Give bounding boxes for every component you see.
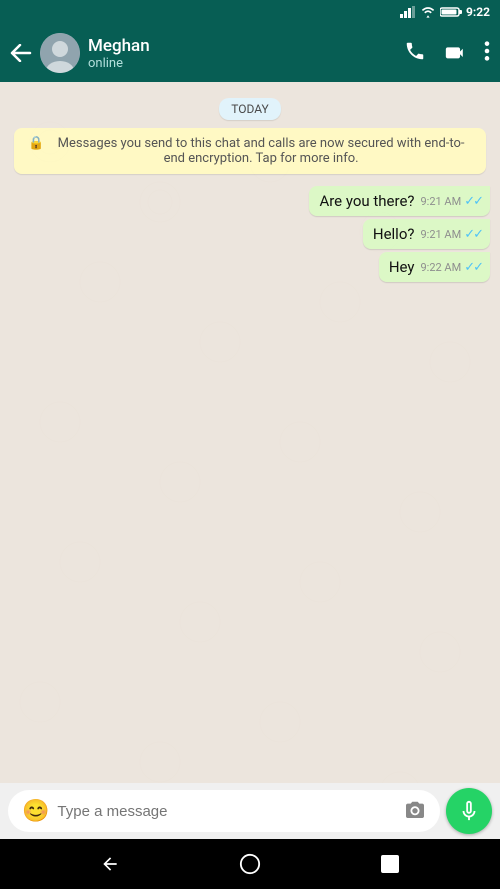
status-icons: 9:22 [400,5,490,19]
message-bubble-3[interactable]: Hey 9:22 AM ✓✓ [379,252,490,282]
message-input[interactable] [57,803,396,820]
header-actions [404,40,490,67]
message-time-1: 9:21 AM [420,195,461,208]
message-input-box: 😊 [8,790,440,832]
message-row-2: Hello? 9:21 AM ✓✓ [10,219,490,249]
camera-button[interactable] [404,799,426,823]
tick-icon-3: ✓✓ [464,260,482,275]
nav-back-button[interactable] [92,846,128,882]
message-meta-3: 9:22 AM ✓✓ [420,260,482,275]
signal-icon [400,6,416,18]
message-time-3: 9:22 AM [420,261,461,274]
wifi-icon [420,6,436,18]
message-meta-1: 9:21 AM ✓✓ [420,194,482,209]
more-options-button[interactable] [484,40,490,67]
message-text-3: Hey [389,258,415,276]
status-bar: 9:22 [0,0,500,24]
date-badge: TODAY [219,98,281,120]
message-row-1: Are you there? 9:21 AM ✓✓ [10,186,490,216]
message-bubble-2[interactable]: Hello? 9:21 AM ✓✓ [363,219,490,249]
message-row-3: Hey 9:22 AM ✓✓ [10,252,490,282]
message-bubble-1[interactable]: Are you there? 9:21 AM ✓✓ [309,186,490,216]
contact-status: online [88,56,396,71]
tick-icon-1: ✓✓ [464,194,482,209]
phone-button[interactable] [404,40,426,67]
bottom-nav [0,839,500,889]
encryption-text: Messages you send to this chat and calls… [50,136,472,166]
battery-icon [440,6,462,18]
tick-icon-2: ✓✓ [464,227,482,242]
message-time-2: 9:21 AM [420,228,461,241]
input-area: 😊 [0,783,500,839]
message-text-1: Are you there? [319,192,414,210]
chat-area: TODAY 🔒 Messages you send to this chat a… [0,82,500,783]
message-meta-2: 9:21 AM ✓✓ [420,227,482,242]
video-button[interactable] [444,40,466,67]
emoji-button[interactable]: 😊 [22,799,49,824]
chat-header: Meghan online [0,24,500,82]
message-text-2: Hello? [373,225,415,243]
mic-button[interactable] [446,788,492,834]
date-divider: TODAY [10,98,490,120]
contact-name: Meghan [88,36,396,56]
contact-info: Meghan online [88,36,396,71]
avatar[interactable] [40,33,80,73]
encryption-notice[interactable]: 🔒 Messages you send to this chat and cal… [14,128,486,174]
back-button[interactable] [10,44,32,62]
lock-icon: 🔒 [28,136,44,151]
status-time: 9:22 [466,5,490,19]
messages-container: Are you there? 9:21 AM ✓✓ Hello? 9:21 AM… [10,186,490,292]
nav-recent-button[interactable] [372,846,408,882]
nav-home-button[interactable] [232,846,268,882]
